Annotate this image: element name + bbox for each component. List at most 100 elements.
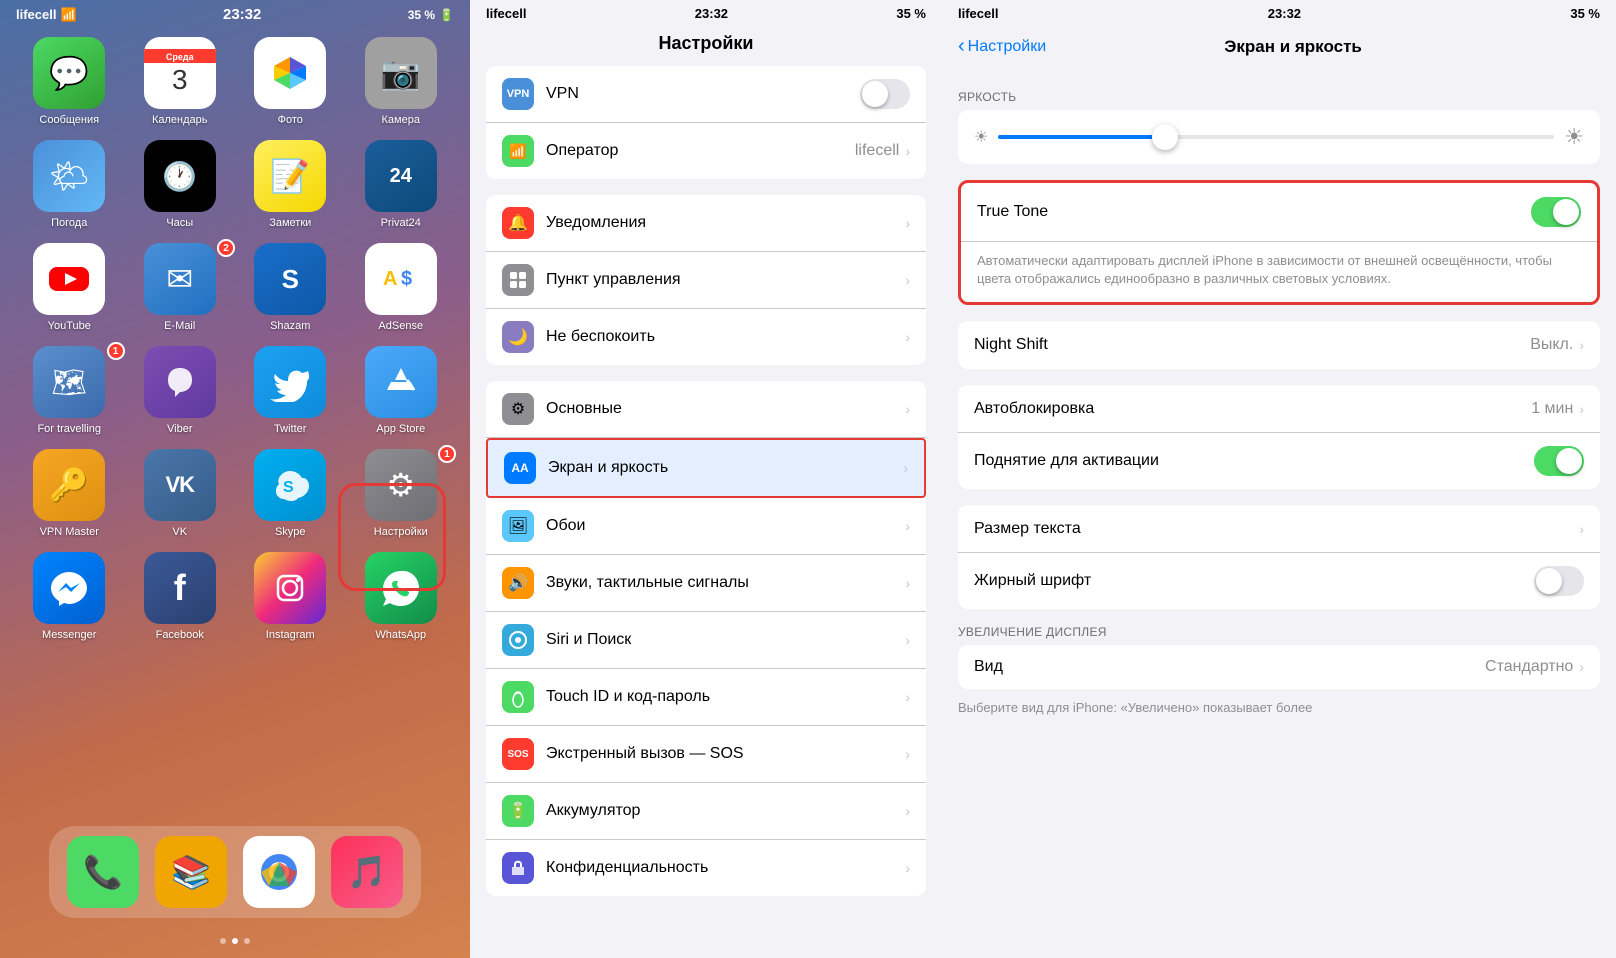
donotdisturb-label: Не беспокоить bbox=[546, 328, 905, 346]
app-privat24[interactable]: 24 Privat24 bbox=[350, 140, 453, 229]
settings-row-carrier[interactable]: 📶 Оператор lifecell › bbox=[486, 123, 926, 179]
view-chevron: › bbox=[1579, 659, 1584, 675]
chrome-icon bbox=[259, 852, 299, 892]
app-settings[interactable]: ⚙ 1 Настройки bbox=[350, 449, 453, 538]
siri-label: Siri и Поиск bbox=[546, 631, 905, 649]
settings-row-privacy[interactable]: Конфиденциальность › bbox=[486, 840, 926, 896]
app-weather[interactable]: 🌤 Погода bbox=[18, 140, 121, 229]
general-chevron: › bbox=[905, 401, 910, 417]
vk-icon-bg: VK bbox=[144, 449, 216, 521]
dock-music[interactable]: 🎵 bbox=[331, 836, 403, 908]
settings-row-controlcenter[interactable]: Пункт управления › bbox=[486, 252, 926, 309]
settings-row-siri[interactable]: Siri и Поиск › bbox=[486, 612, 926, 669]
settings-row-notifications[interactable]: 🔔 Уведомления › bbox=[486, 195, 926, 252]
settings-row-battery[interactable]: 🔋 Аккумулятор › bbox=[486, 783, 926, 840]
display-content-scroll[interactable]: ЯРКОСТЬ ☀ ☀ True Tone Автоматически адап… bbox=[942, 66, 1616, 958]
siri-chevron: › bbox=[905, 632, 910, 648]
vpn-label: VPN bbox=[546, 85, 860, 103]
boldtext-label: Жирный шрифт bbox=[974, 572, 1534, 590]
boldtext-toggle[interactable] bbox=[1534, 566, 1584, 596]
battery-home: 35 % bbox=[408, 8, 435, 22]
display-row-autolock[interactable]: Автоблокировка 1 мин › bbox=[958, 385, 1600, 433]
brightness-thumb[interactable] bbox=[1152, 124, 1178, 150]
app-vpnmaster[interactable]: 🔑 VPN Master bbox=[18, 449, 121, 538]
general-icon: ⚙ bbox=[502, 393, 534, 425]
view-row[interactable]: Вид Стандартно › bbox=[958, 645, 1600, 689]
app-fortravelling[interactable]: 🗺 1 For travelling bbox=[18, 346, 121, 435]
settings-row-vpn[interactable]: VPN VPN bbox=[486, 66, 926, 123]
app-whatsapp[interactable]: WhatsApp bbox=[350, 552, 453, 641]
app-clock[interactable]: 🕐 Часы bbox=[129, 140, 232, 229]
app-privat-label: Privat24 bbox=[381, 217, 421, 229]
app-twitter-label: Twitter bbox=[274, 423, 306, 435]
app-vpnmaster-label: VPN Master bbox=[40, 526, 99, 538]
dock-chrome[interactable] bbox=[243, 836, 315, 908]
true-tone-toggle[interactable] bbox=[1531, 197, 1581, 227]
app-calendar[interactable]: Среда 3 Календарь bbox=[129, 37, 232, 126]
textsize-label: Размер текста bbox=[974, 520, 1579, 538]
fortravelling-icon-bg: 🗺 bbox=[33, 346, 105, 418]
display-row-nightshift[interactable]: Night Shift Выкл. › bbox=[958, 321, 1600, 369]
true-tone-row[interactable]: True Tone bbox=[961, 183, 1597, 242]
app-facebook[interactable]: f Facebook bbox=[129, 552, 232, 641]
app-settings-label: Настройки bbox=[374, 526, 428, 538]
back-button[interactable]: ‹ Настройки bbox=[958, 35, 1046, 58]
settings-row-touchid[interactable]: Touch ID и код-пароль › bbox=[486, 669, 926, 726]
dock-books[interactable]: 📚 bbox=[155, 836, 227, 908]
controlcenter-label: Пункт управления bbox=[546, 271, 905, 289]
battery-settings: 35 % bbox=[896, 6, 926, 21]
raise-label: Поднятие для активации bbox=[974, 452, 1534, 470]
app-adsense[interactable]: A $ AdSense bbox=[350, 243, 453, 332]
display-row-boldtext[interactable]: Жирный шрифт bbox=[958, 553, 1600, 609]
app-appstore[interactable]: App Store bbox=[350, 346, 453, 435]
autolock-label: Автоблокировка bbox=[974, 400, 1531, 418]
settings-row-donotdisturb[interactable]: 🌙 Не беспокоить › bbox=[486, 309, 926, 365]
back-chevron-icon: ‹ bbox=[958, 35, 965, 58]
dock-phone[interactable]: 📞 bbox=[67, 836, 139, 908]
app-vk[interactable]: VK VK bbox=[129, 449, 232, 538]
svg-text:A: A bbox=[383, 268, 397, 290]
app-viber[interactable]: Viber bbox=[129, 346, 232, 435]
app-messenger[interactable]: Messenger bbox=[18, 552, 121, 641]
wallpaper-label: Обои bbox=[546, 517, 905, 535]
settings-scroll[interactable]: VPN VPN 📶 Оператор lifecell › 🔔 Уведомле… bbox=[470, 66, 942, 958]
battery-icon: 🔋 bbox=[502, 795, 534, 827]
display-row-textsize[interactable]: Размер текста › bbox=[958, 505, 1600, 553]
display-row-raise[interactable]: Поднятие для активации bbox=[958, 433, 1600, 489]
vpn-toggle[interactable] bbox=[860, 79, 910, 109]
brightness-row: ☀ ☀ bbox=[958, 110, 1600, 164]
instagram-icon bbox=[270, 568, 310, 608]
app-adsense-label: AdSense bbox=[378, 320, 423, 332]
app-camera[interactable]: 📷 Камера bbox=[350, 37, 453, 126]
app-viber-label: Viber bbox=[167, 423, 192, 435]
dock: 📞 📚 🎵 bbox=[49, 826, 421, 918]
settings-row-wallpaper[interactable]: 🖼 Обои › bbox=[486, 498, 926, 555]
battery-display: 35 % bbox=[1570, 6, 1600, 21]
appstore-icon bbox=[379, 360, 423, 404]
nightshift-label: Night Shift bbox=[974, 336, 1530, 354]
youtube-icon bbox=[47, 257, 91, 301]
app-photos[interactable]: Фото bbox=[239, 37, 342, 126]
app-camera-label: Камера bbox=[382, 114, 420, 126]
sounds-chevron: › bbox=[905, 575, 910, 591]
settings-row-general[interactable]: ⚙ Основные › bbox=[486, 381, 926, 438]
app-twitter[interactable]: Twitter bbox=[239, 346, 342, 435]
settings-row-display[interactable]: AA Экран и яркость › bbox=[486, 438, 926, 498]
app-shazam[interactable]: S Shazam bbox=[239, 243, 342, 332]
time-home: 23:32 bbox=[223, 6, 261, 23]
status-bar-display: lifecell 23:32 35 % bbox=[942, 0, 1616, 25]
app-messages[interactable]: 💬 Сообщения bbox=[18, 37, 121, 126]
app-youtube[interactable]: YouTube bbox=[18, 243, 121, 332]
brightness-slider[interactable] bbox=[998, 135, 1554, 139]
app-email[interactable]: ✉ 2 E-Mail bbox=[129, 243, 232, 332]
email-icon-bg: ✉ bbox=[144, 243, 216, 315]
settings-row-sounds[interactable]: 🔊 Звуки, тактильные сигналы › bbox=[486, 555, 926, 612]
app-appstore-label: App Store bbox=[376, 423, 425, 435]
nightshift-chevron: › bbox=[1579, 337, 1584, 353]
settings-row-emergency[interactable]: SOS Экстренный вызов — SOS › bbox=[486, 726, 926, 783]
app-skype[interactable]: S Skype bbox=[239, 449, 342, 538]
app-instagram[interactable]: Instagram bbox=[239, 552, 342, 641]
raise-toggle[interactable] bbox=[1534, 446, 1584, 476]
dock-area: 📞 📚 🎵 bbox=[0, 826, 470, 918]
app-notes[interactable]: 📝 Заметки bbox=[239, 140, 342, 229]
